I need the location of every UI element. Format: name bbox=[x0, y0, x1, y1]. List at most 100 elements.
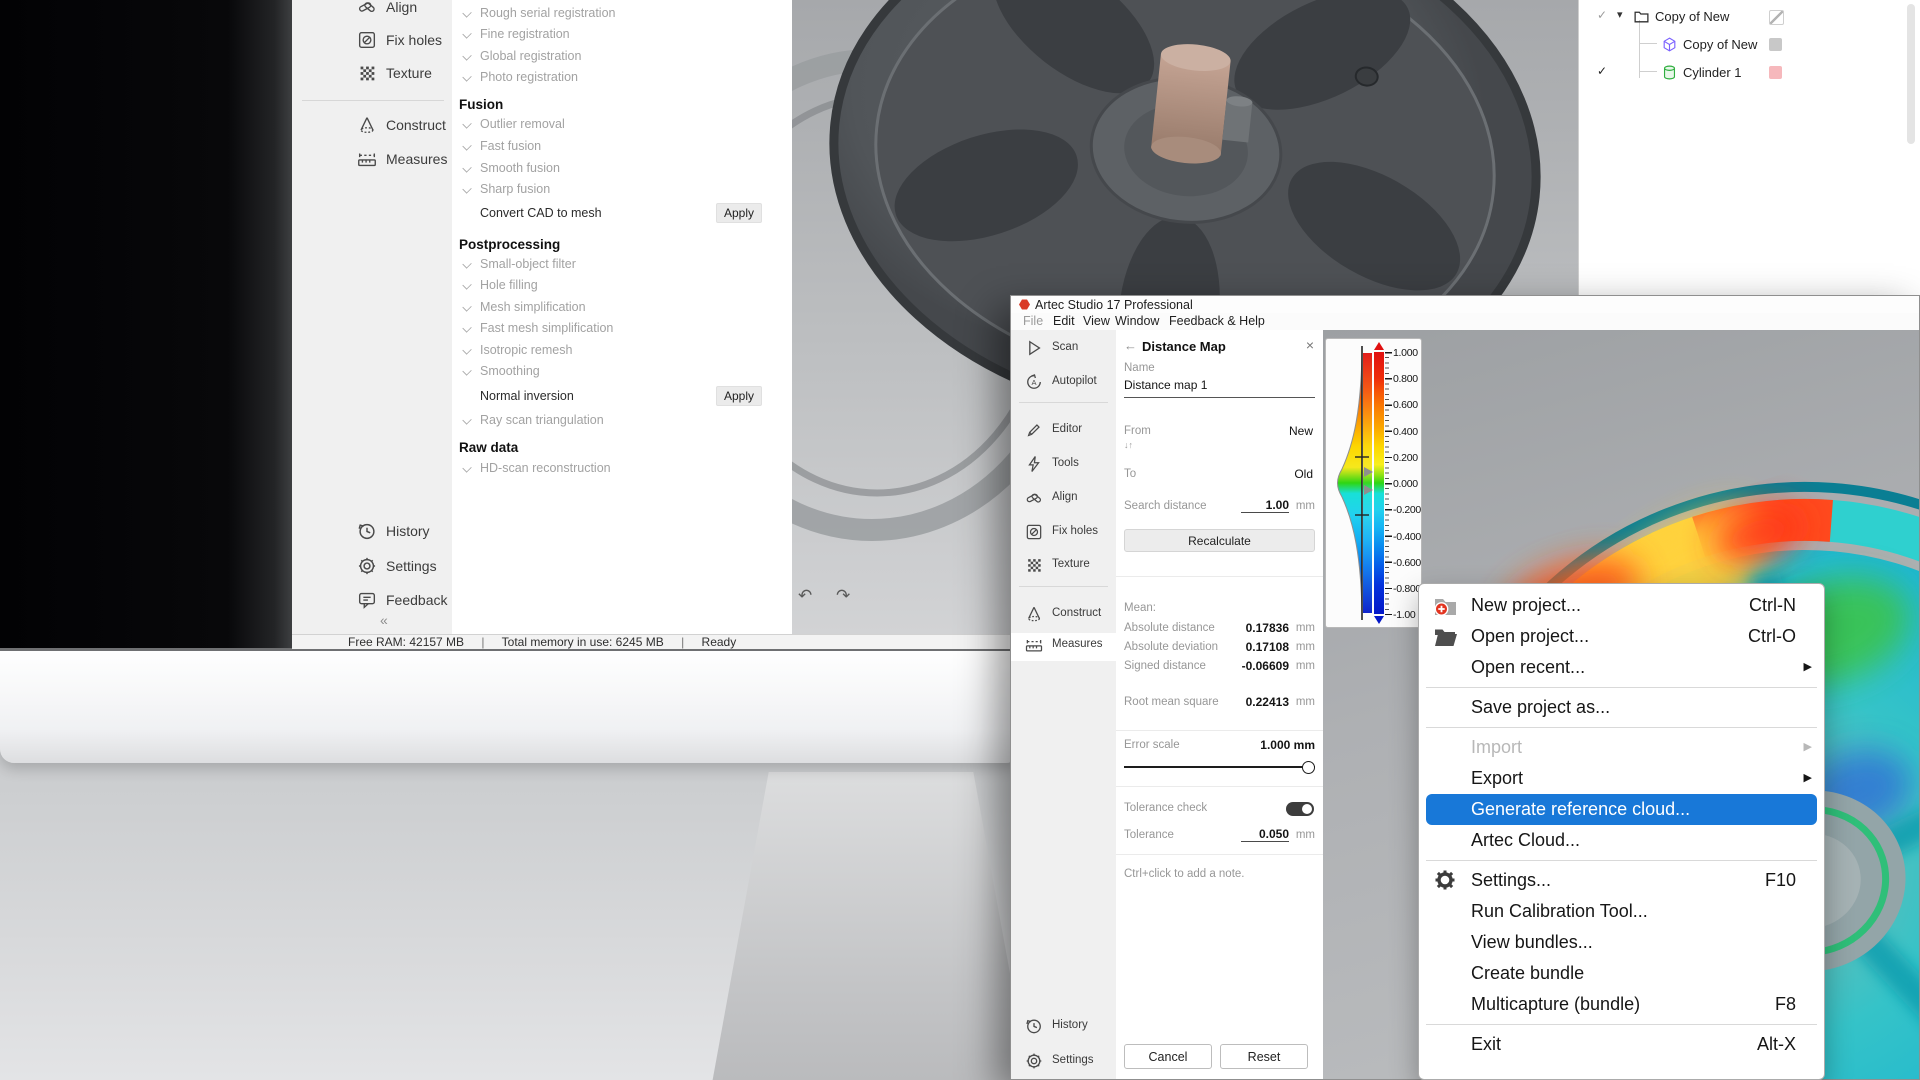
menu-item-artec-cloud[interactable]: Artec Cloud... bbox=[1419, 825, 1824, 856]
reset-button[interactable]: Reset bbox=[1220, 1044, 1308, 1069]
menu-edit[interactable]: Edit bbox=[1053, 314, 1075, 328]
search-distance-input[interactable]: 1.00 bbox=[1241, 498, 1289, 513]
bg-toolbar-construct[interactable]: Construct bbox=[292, 112, 452, 140]
fg-toolbar-history[interactable]: History bbox=[1011, 1014, 1116, 1042]
scale-tick-label: 0.000 bbox=[1393, 478, 1423, 490]
tolerance-check-toggle[interactable] bbox=[1286, 802, 1314, 816]
list-item[interactable]: Isotropic remesh bbox=[452, 342, 792, 360]
menu-item-open-recent[interactable]: Open recent...▶ bbox=[1419, 652, 1824, 683]
fg-toolbar-fix-holes[interactable]: Fix holes bbox=[1011, 520, 1116, 548]
to-label: To bbox=[1124, 468, 1136, 480]
list-item[interactable]: Outlier removal bbox=[452, 116, 792, 134]
menu-feedback-help[interactable]: Feedback & Help bbox=[1169, 314, 1265, 328]
color-swatch[interactable] bbox=[1769, 38, 1782, 51]
list-item[interactable]: Rough serial registration bbox=[452, 5, 792, 23]
menu-item-view-bundles[interactable]: View bundles... bbox=[1419, 927, 1824, 958]
scale-tick-label: 0.600 bbox=[1393, 399, 1423, 411]
fg-toolbar-texture[interactable]: Texture bbox=[1011, 553, 1116, 581]
list-item[interactable]: Ray scan triangulation bbox=[452, 412, 792, 430]
recalculate-button[interactable]: Recalculate bbox=[1124, 529, 1315, 552]
check-icon[interactable]: ✓ bbox=[1597, 64, 1607, 78]
fg-toolbar-construct[interactable]: Construct bbox=[1011, 602, 1116, 630]
scale-max-handle[interactable] bbox=[1374, 342, 1384, 350]
name-input-underline bbox=[1124, 397, 1315, 398]
list-item[interactable]: Global registration bbox=[452, 48, 792, 66]
menu-item-import[interactable]: Import▶ bbox=[1419, 732, 1824, 763]
menu-item-generate-reference-cloud[interactable]: Generate reference cloud... bbox=[1426, 794, 1817, 825]
menu-item-multicapture[interactable]: Multicapture (bundle)F8 bbox=[1419, 989, 1824, 1020]
bg-toolbar-align[interactable]: Align bbox=[292, 0, 452, 22]
color-swatch[interactable] bbox=[1769, 10, 1784, 25]
menu-item-settings[interactable]: Settings...F10 bbox=[1419, 865, 1824, 896]
error-scale-slider-knob[interactable] bbox=[1302, 761, 1315, 774]
scale-min-handle[interactable] bbox=[1374, 616, 1384, 624]
fg-toolbar-autopilot[interactable]: Autopilot bbox=[1011, 370, 1116, 398]
fg-toolbar-settings[interactable]: Settings bbox=[1011, 1049, 1116, 1077]
list-item[interactable]: Photo registration bbox=[452, 69, 792, 87]
fg-toolbar-align[interactable]: Align bbox=[1011, 486, 1116, 514]
workspace-row-cylinder[interactable]: ✓ Cylinder 1 bbox=[1579, 62, 1920, 84]
menu-separator bbox=[1426, 1024, 1817, 1025]
check-icon[interactable]: ✓ bbox=[1597, 8, 1607, 22]
back-arrow-icon[interactable]: ← bbox=[1124, 338, 1137, 353]
menu-window[interactable]: Window bbox=[1115, 314, 1159, 328]
bg-toolbar-settings[interactable]: Settings bbox=[292, 553, 452, 581]
fg-toolbar-measures[interactable]: Measures bbox=[1011, 633, 1116, 661]
menu-view[interactable]: View bbox=[1083, 314, 1110, 328]
bg-toolbar-measures[interactable]: Measures bbox=[292, 146, 452, 174]
fg-left-toolbar: Scan Autopilot Editor Tools Align Fix ho… bbox=[1011, 330, 1117, 1079]
apply-button[interactable]: Apply bbox=[716, 203, 762, 223]
bg-toolbar-fix-holes[interactable]: Fix holes bbox=[292, 27, 452, 55]
new-project-icon bbox=[1432, 593, 1458, 617]
distance-histogram-panel: 1.000 0.800 0.600 0.400 0.200 0.000 -0.2… bbox=[1325, 338, 1422, 628]
menu-item-create-bundle[interactable]: Create bundle bbox=[1419, 958, 1824, 989]
list-item[interactable]: Fast mesh simplification bbox=[452, 320, 792, 338]
tolerance-input[interactable]: 0.050 bbox=[1241, 827, 1289, 842]
bg-toolbar-history[interactable]: History bbox=[292, 518, 452, 546]
workspace-row-mesh[interactable]: Copy of New bbox=[1579, 34, 1920, 56]
unit-label: mm bbox=[1296, 500, 1315, 512]
expander-caret-icon[interactable]: ▾ bbox=[1617, 8, 1623, 21]
bg-toolbar-texture[interactable]: Texture bbox=[292, 60, 452, 88]
name-value[interactable]: Distance map 1 bbox=[1124, 378, 1207, 392]
chevron-down-icon bbox=[462, 463, 471, 472]
swap-icon[interactable]: ↓↑ bbox=[1124, 440, 1133, 450]
menu-file[interactable]: File bbox=[1023, 314, 1043, 328]
menu-item-new-project[interactable]: New project...Ctrl-N bbox=[1419, 590, 1824, 621]
list-item[interactable]: Smoothing bbox=[452, 363, 792, 381]
undo-icon[interactable]: ↶ bbox=[798, 586, 812, 606]
menu-item-export[interactable]: Export▶ bbox=[1419, 763, 1824, 794]
fg-toolbar-editor[interactable]: Editor bbox=[1011, 418, 1116, 446]
color-swatch[interactable] bbox=[1769, 66, 1782, 79]
list-item[interactable]: Mesh simplification bbox=[452, 299, 792, 317]
list-item[interactable]: Hole filling bbox=[452, 277, 792, 295]
menu-item-open-project[interactable]: Open project...Ctrl-O bbox=[1419, 621, 1824, 652]
collapse-sidebar-icon[interactable]: « bbox=[380, 612, 400, 628]
redo-icon[interactable]: ↷ bbox=[836, 586, 850, 606]
list-item[interactable]: Smooth fusion bbox=[452, 160, 792, 178]
list-item[interactable]: Sharp fusion bbox=[452, 181, 792, 199]
workspace-row-folder[interactable]: ✓ ▾ Copy of New bbox=[1579, 6, 1920, 28]
menu-item-run-calibration-tool[interactable]: Run Calibration Tool... bbox=[1419, 896, 1824, 927]
fg-toolbar-tools[interactable]: Tools bbox=[1011, 452, 1116, 480]
list-item[interactable]: Small-object filter bbox=[452, 256, 792, 274]
list-item[interactable]: Fast fusion bbox=[452, 138, 792, 156]
scrollbar[interactable] bbox=[1907, 4, 1915, 144]
to-value[interactable]: Old bbox=[1294, 467, 1313, 481]
cancel-button[interactable]: Cancel bbox=[1124, 1044, 1212, 1069]
list-item[interactable]: Fine registration bbox=[452, 26, 792, 44]
scale-tick-label: 0.800 bbox=[1393, 373, 1423, 385]
list-item[interactable]: HD-scan reconstruction bbox=[452, 460, 792, 478]
error-scale-slider-track[interactable] bbox=[1124, 766, 1315, 768]
title-bar[interactable]: Artec Studio 17 Professional bbox=[1011, 296, 1919, 314]
bg-toolbar-feedback[interactable]: Feedback bbox=[292, 587, 452, 615]
menu-item-exit[interactable]: ExitAlt-X bbox=[1419, 1029, 1824, 1060]
close-icon[interactable]: × bbox=[1306, 337, 1314, 353]
apply-button[interactable]: Apply bbox=[716, 386, 762, 406]
fg-toolbar-scan[interactable]: Scan bbox=[1011, 336, 1116, 364]
from-value[interactable]: New bbox=[1289, 424, 1313, 438]
divider bbox=[1116, 786, 1323, 787]
chevron-down-icon bbox=[462, 29, 471, 38]
gear-icon bbox=[1024, 1051, 1044, 1071]
menu-item-save-project-as[interactable]: Save project as... bbox=[1419, 692, 1824, 723]
